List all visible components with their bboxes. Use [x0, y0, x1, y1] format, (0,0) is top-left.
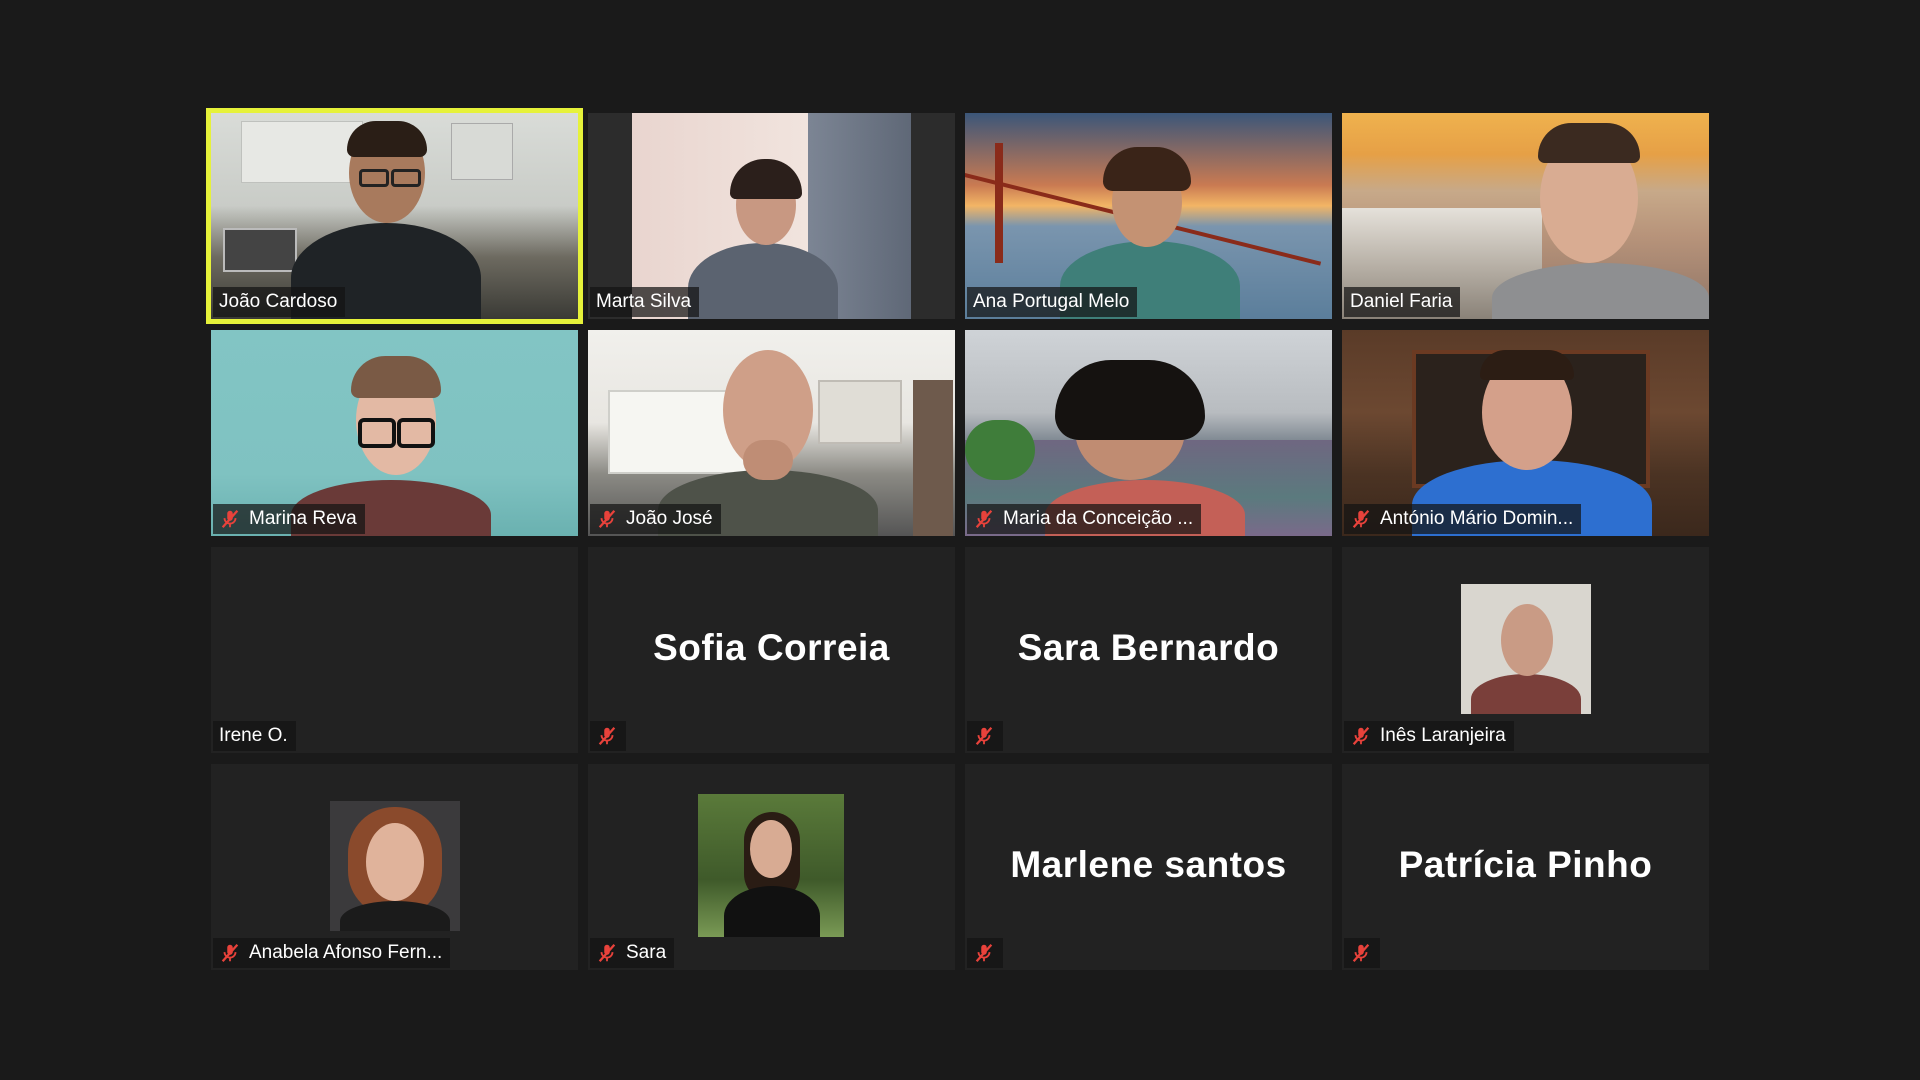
participant-name-label: Marina Reva: [213, 504, 365, 534]
participant-name-label: [1344, 938, 1380, 968]
participant-display-name: Patrícia Pinho: [1398, 844, 1653, 885]
participant-name-label: Maria da Conceição ...: [967, 504, 1202, 534]
participant-name-label: [967, 938, 1003, 968]
participant-name-label: [967, 721, 1003, 751]
microphone-muted-icon: [221, 943, 239, 963]
participant-name: Irene O.: [219, 725, 288, 746]
participant-name: Anabela Afonso Fern...: [249, 942, 443, 963]
participant-name-label: Anabela Afonso Fern...: [213, 938, 451, 968]
microphone-muted-icon: [1352, 726, 1370, 746]
participant-name-label: João José: [590, 504, 721, 534]
participant-name: Maria da Conceição ...: [1003, 508, 1194, 529]
microphone-muted-icon: [1352, 509, 1370, 529]
microphone-muted-icon: [598, 509, 616, 529]
participant-name-label: Marta Silva: [590, 287, 700, 317]
microphone-muted-icon: [598, 726, 616, 746]
profile-picture: [698, 794, 844, 937]
participant-tile[interactable]: Marta Silva: [588, 113, 955, 319]
profile-picture: [330, 801, 460, 931]
profile-picture: [1461, 584, 1591, 714]
participant-tile[interactable]: Marlene santos: [965, 764, 1332, 970]
participant-name: Daniel Faria: [1350, 291, 1453, 312]
participant-name-label: Sara: [590, 938, 675, 968]
participant-tile[interactable]: Sara Bernardo: [965, 547, 1332, 753]
participant-tile[interactable]: Ana Portugal Melo: [965, 113, 1332, 319]
participant-tile[interactable]: Marina Reva: [211, 330, 578, 536]
participant-display-name: Marlene santos: [1010, 844, 1287, 885]
participant-name-label: Irene O.: [213, 721, 296, 751]
participant-tile[interactable]: Inês Laranjeira: [1342, 547, 1709, 753]
participant-name: João Cardoso: [219, 291, 338, 312]
microphone-muted-icon: [598, 943, 616, 963]
participant-tile[interactable]: Maria da Conceição ...: [965, 330, 1332, 536]
participant-tile[interactable]: João Cardoso: [206, 108, 583, 324]
gallery-grid: João Cardoso Marta Silva Ana Portugal Me…: [206, 108, 1710, 970]
participant-tile[interactable]: Patrícia Pinho: [1342, 764, 1709, 970]
microphone-muted-icon: [221, 509, 239, 529]
microphone-muted-icon: [975, 943, 993, 963]
participant-tile[interactable]: João José: [588, 330, 955, 536]
participant-tile[interactable]: Irene O.: [211, 547, 578, 753]
participant-tile[interactable]: Anabela Afonso Fern...: [211, 764, 578, 970]
participant-name-label: António Mário Domin...: [1344, 504, 1582, 534]
participant-name: Marina Reva: [249, 508, 357, 529]
participant-tile[interactable]: Sara: [588, 764, 955, 970]
participant-name: Sara: [626, 942, 667, 963]
microphone-muted-icon: [975, 509, 993, 529]
participant-tile[interactable]: António Mário Domin...: [1342, 330, 1709, 536]
participant-name: João José: [626, 508, 713, 529]
participant-name: Ana Portugal Melo: [973, 291, 1130, 312]
participant-name-label: Daniel Faria: [1344, 287, 1461, 317]
participant-tile[interactable]: Sofia Correia: [588, 547, 955, 753]
microphone-muted-icon: [1352, 943, 1370, 963]
participant-name: António Mário Domin...: [1380, 508, 1574, 529]
participant-name: Marta Silva: [596, 291, 692, 312]
participant-name-label: João Cardoso: [213, 287, 346, 317]
participant-name-label: [590, 721, 626, 751]
participant-name-label: Inês Laranjeira: [1344, 721, 1514, 751]
participant-tile[interactable]: Daniel Faria: [1342, 113, 1709, 319]
video-meeting-gallery: João Cardoso Marta Silva Ana Portugal Me…: [0, 0, 1920, 1080]
participant-name: Inês Laranjeira: [1380, 725, 1506, 746]
participant-name-label: Ana Portugal Melo: [967, 287, 1138, 317]
microphone-muted-icon: [975, 726, 993, 746]
participant-display-name: Sofia Correia: [653, 627, 890, 668]
participant-display-name: Sara Bernardo: [1017, 627, 1280, 668]
